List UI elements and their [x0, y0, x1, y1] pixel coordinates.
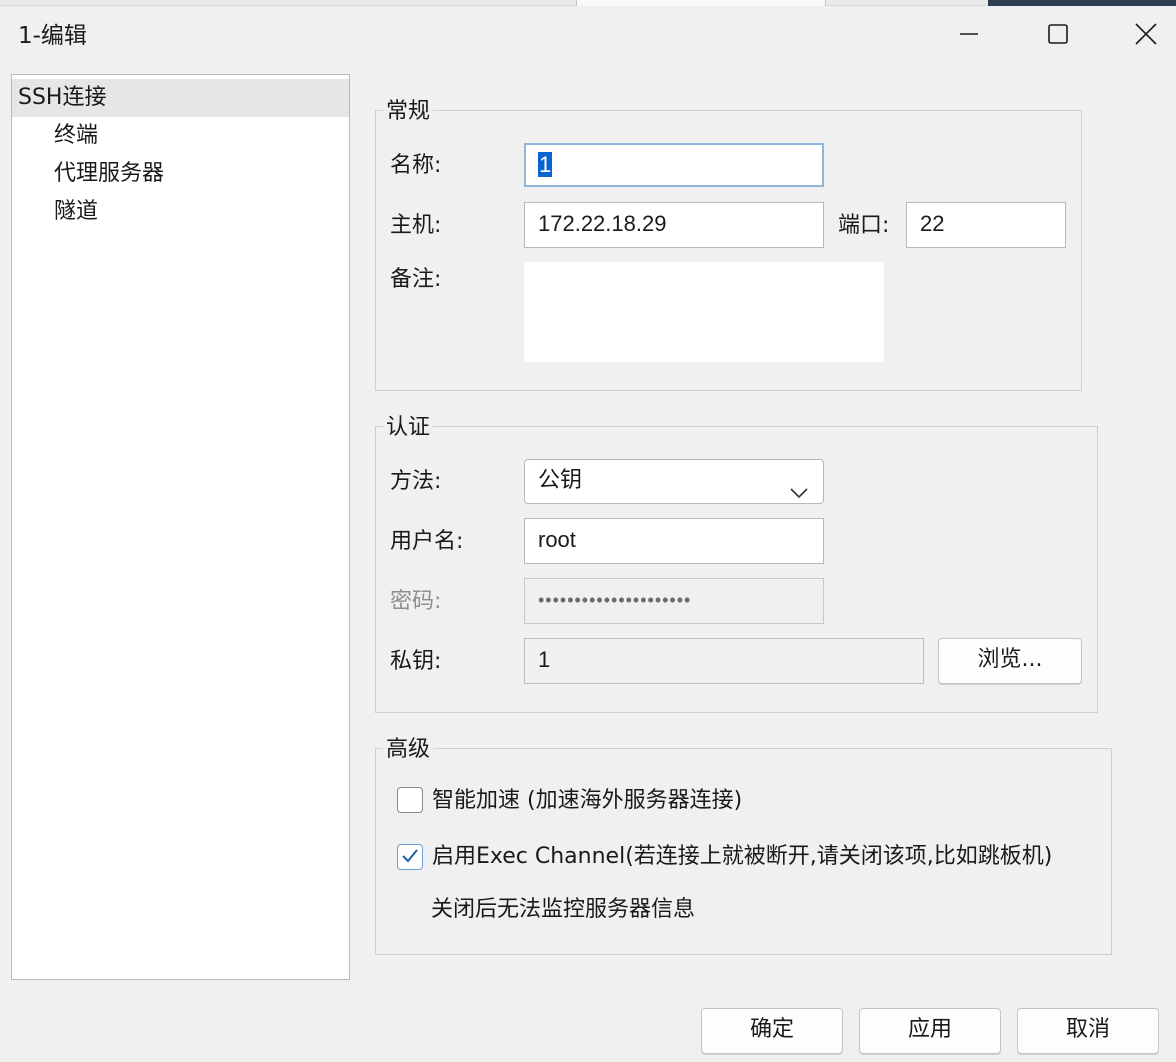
ok-button[interactable]: 确定: [701, 1008, 843, 1054]
tree-item-tunnel[interactable]: 隧道: [12, 193, 349, 231]
general-legend: 常规: [383, 98, 434, 126]
tree-item-proxy[interactable]: 代理服务器: [12, 155, 349, 193]
password-label: 密码:: [390, 589, 442, 614]
exec-channel-checkbox[interactable]: [397, 844, 423, 870]
maximize-icon: [1047, 23, 1069, 45]
apply-button[interactable]: 应用: [859, 1008, 1001, 1054]
settings-tree[interactable]: SSH连接 终端 代理服务器 隧道: [11, 74, 350, 980]
method-label: 方法:: [390, 469, 442, 494]
tree-item-label: 终端: [54, 123, 99, 148]
checkmark-icon: [400, 846, 420, 872]
port-input[interactable]: 22: [906, 202, 1066, 248]
port-label: 端口:: [838, 213, 890, 238]
note-label: 备注:: [390, 267, 442, 292]
cancel-button[interactable]: 取消: [1017, 1008, 1159, 1054]
name-label: 名称:: [390, 153, 442, 178]
method-select[interactable]: 公钥: [524, 459, 824, 504]
minimize-icon: [959, 24, 979, 44]
window-title: 1-编辑: [18, 23, 87, 49]
exec-channel-label[interactable]: 启用Exec Channel(若连接上就被断开,请关闭该项,比如跳板机): [432, 843, 1052, 871]
tree-item-label: 隧道: [54, 199, 99, 224]
tree-item-label: SSH连接: [18, 85, 107, 110]
tree-item-ssh[interactable]: SSH连接: [12, 79, 349, 117]
smart-accel-checkbox[interactable]: [397, 787, 423, 813]
username-input[interactable]: root: [524, 518, 824, 564]
auth-legend: 认证: [383, 414, 434, 442]
name-input-value: 1: [538, 152, 553, 177]
exec-channel-note: 关闭后无法监控服务器信息: [431, 897, 696, 922]
browse-button[interactable]: 浏览...: [938, 638, 1082, 684]
minimize-button[interactable]: [926, 6, 1012, 62]
tree-item-label: 代理服务器: [54, 161, 165, 186]
note-textarea[interactable]: [524, 262, 884, 362]
password-input[interactable]: •••••••••••••••••••••: [524, 578, 824, 624]
smart-accel-label[interactable]: 智能加速 (加速海外服务器连接): [432, 787, 742, 815]
tree-item-terminal[interactable]: 终端: [12, 117, 349, 155]
advanced-legend: 高级: [383, 736, 434, 764]
name-input[interactable]: 1: [524, 143, 824, 187]
close-icon: [1134, 22, 1158, 46]
privatekey-label: 私钥:: [390, 649, 442, 674]
username-label: 用户名:: [390, 529, 464, 554]
maximize-button[interactable]: [1015, 6, 1101, 62]
privatekey-input[interactable]: 1: [524, 638, 924, 684]
host-input[interactable]: 172.22.18.29: [524, 202, 824, 248]
close-button[interactable]: [1103, 6, 1176, 62]
chevron-down-icon: [789, 473, 809, 515]
method-select-value: 公钥: [538, 468, 583, 493]
host-label: 主机:: [390, 213, 442, 238]
